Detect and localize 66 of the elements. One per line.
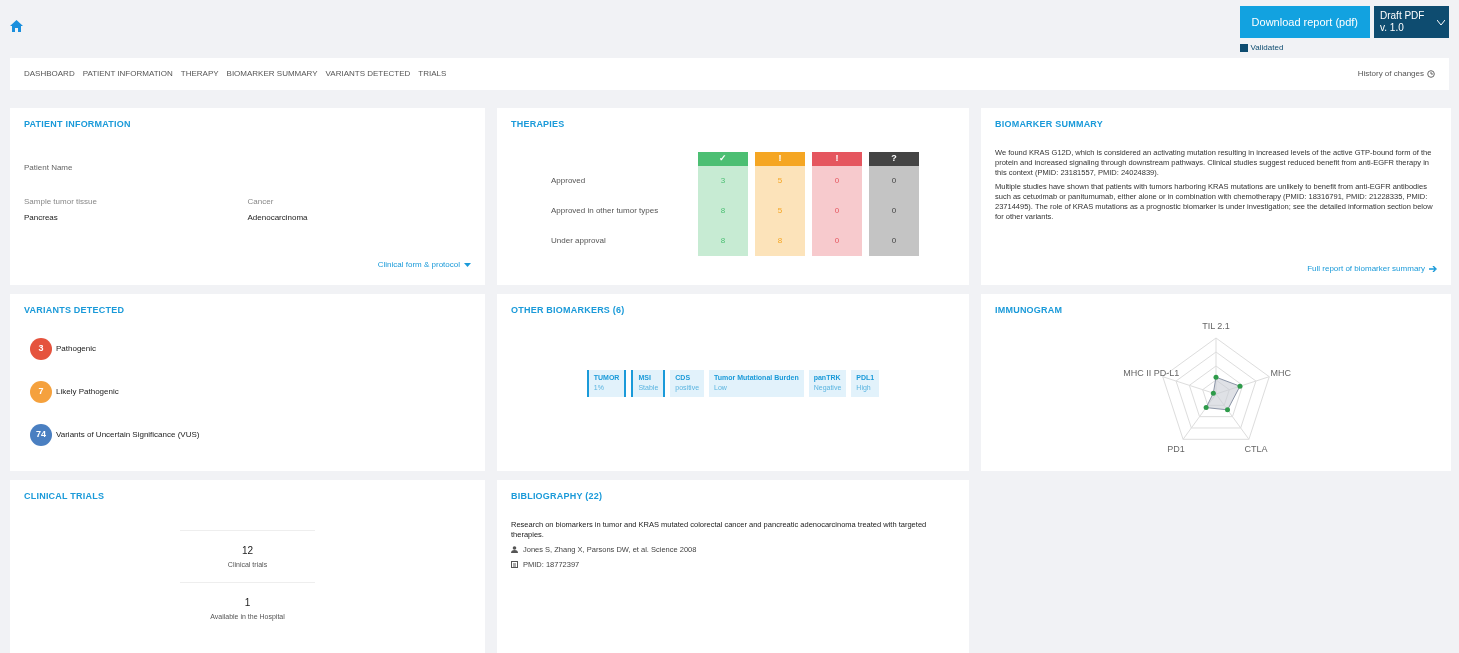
clock-icon — [1427, 70, 1435, 78]
clinical-form-link[interactable]: Clinical form & protocol — [377, 259, 471, 271]
history-link[interactable]: History of changes — [1357, 68, 1424, 80]
caret-icon — [1437, 19, 1445, 25]
status-dropdown[interactable]: Draft PDF v. 1.0 — [1374, 6, 1449, 38]
full-report-link[interactable]: Full report of biomarker summary — [1307, 263, 1437, 275]
card-title: VARIANTS DETECTED — [24, 304, 125, 317]
axis-label: TIL 2.1 — [1202, 321, 1230, 331]
variant-label: Likely Pathogenic — [56, 385, 119, 398]
card-title: IMMUNOGRAM — [995, 304, 1063, 317]
axis-label: PD1 — [1167, 444, 1185, 454]
axis-label: CTLA — [1244, 444, 1268, 454]
caret-icon — [464, 263, 471, 267]
radar-data-drawing — [1203, 374, 1243, 413]
breadcrumb-link[interactable]: VARIANTS DETECTED — [325, 68, 411, 80]
breadcrumb-link[interactable]: BIOMARKER SUMMARY — [226, 68, 318, 80]
table-cell: 8 — [698, 195, 748, 226]
row-label: Under approval — [551, 234, 607, 247]
table-cell: 3 — [698, 165, 748, 196]
arrow-right-icon — [1429, 266, 1437, 272]
table-cell: 5 — [755, 165, 805, 196]
column-header: ! — [755, 151, 805, 166]
variant-label: Pathogenic — [56, 342, 97, 355]
axis-label: MHC — [1270, 368, 1291, 378]
card-title: OTHER BIOMARKERS (6) — [511, 304, 625, 317]
column-header: ? — [869, 151, 919, 166]
axis-label: MHC II PD-L1 — [1123, 368, 1180, 378]
column-header: ! — [812, 151, 862, 166]
field-value: Pancreas — [24, 211, 59, 224]
table-cell: 0 — [812, 165, 862, 196]
field-label: Patient Name — [24, 161, 74, 174]
table-cell: 0 — [869, 195, 919, 226]
breadcrumb-link[interactable]: TRIALS — [418, 68, 447, 80]
row-label: Approved — [551, 174, 587, 187]
count-badge: 74 — [30, 423, 52, 446]
breadcrumb-link[interactable]: THERAPY — [180, 68, 219, 80]
field-label: Cancer — [247, 195, 275, 208]
table-cell: 0 — [869, 225, 919, 256]
validated-label: Validated — [1250, 42, 1284, 54]
count-badge: 7 — [30, 380, 52, 403]
table-cell: 0 — [812, 195, 862, 226]
table-cell: 0 — [869, 165, 919, 196]
table-cell: 0 — [812, 225, 862, 256]
table-cell: 8 — [755, 225, 805, 256]
breadcrumb-link[interactable]: PATIENT INFORMATION — [82, 68, 173, 80]
card-title: BIOMARKER SUMMARY — [995, 118, 1103, 131]
card-title: BIBLIOGRAPHY (22) — [511, 490, 603, 503]
table-cell: 8 — [698, 225, 748, 256]
stat-value: 1 — [244, 596, 251, 610]
variant-label: Variants of Uncertain Significance (VUS) — [56, 428, 200, 441]
checkbox[interactable] — [1239, 44, 1248, 52]
card-title: THERAPIES — [511, 118, 565, 131]
field-value: Adenocarcinoma — [247, 211, 309, 224]
card-title: CLINICAL TRIALS — [24, 490, 105, 503]
stat-value: 12 — [241, 543, 254, 558]
table-cell: 5 — [755, 195, 805, 226]
download-button[interactable]: Download report (pdf) — [1239, 6, 1370, 38]
column-header: ✓ — [698, 151, 748, 166]
count-badge: 3 — [30, 337, 52, 360]
home-icon[interactable] — [10, 20, 23, 32]
row-label: Approved in other tumor types — [551, 204, 660, 217]
document-icon — [511, 560, 518, 568]
field-label: Sample tumor tissue — [24, 195, 98, 208]
card-title: PATIENT INFORMATION — [24, 118, 131, 131]
breadcrumb-link[interactable]: DASHBOARD — [24, 68, 75, 80]
user-icon — [511, 545, 518, 553]
